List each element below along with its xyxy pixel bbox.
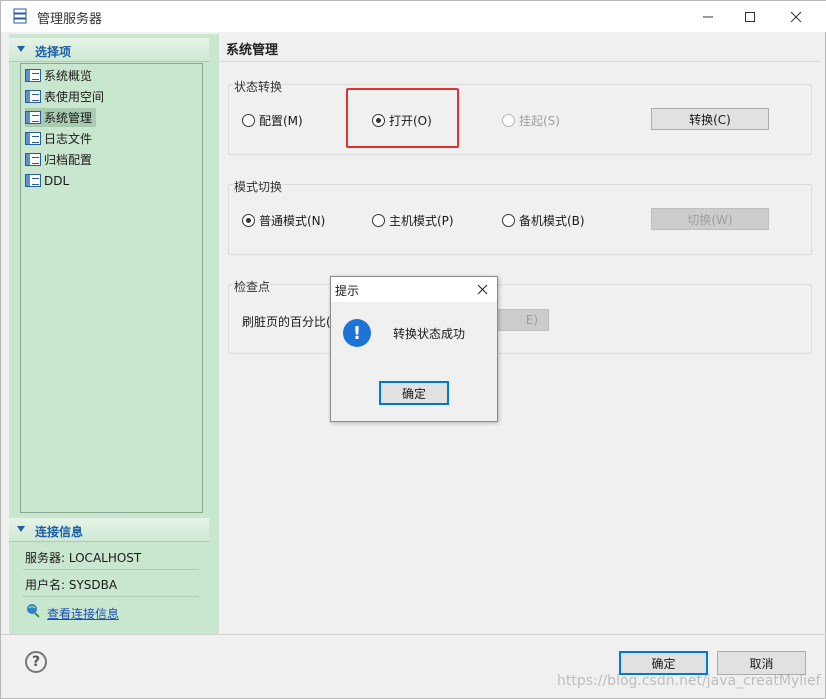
tree-item-ddl[interactable]: DDL (25, 171, 73, 190)
radio-dot (372, 214, 385, 227)
tree-item-table-space[interactable]: 表使用空间 (25, 87, 108, 106)
info-icon: ! (343, 319, 371, 347)
selection-section-header[interactable]: 选择项 (9, 38, 209, 62)
checkpoint-execute-button[interactable]: E) (490, 309, 549, 331)
cancel-button[interactable]: 取消 (717, 651, 806, 675)
dialog-ok-button[interactable]: 确定 (379, 381, 449, 405)
divider (1, 634, 826, 635)
ok-button[interactable]: 确定 (619, 651, 708, 675)
state-transition-label: 状态转换 (234, 78, 283, 95)
radio-label: 普通模式(N) (259, 214, 326, 228)
panel-title: 系统管理 (226, 43, 279, 58)
radio-dot (242, 114, 255, 127)
radio-config[interactable]: 配置(M) (242, 112, 303, 129)
divider (23, 569, 199, 570)
maximize-icon (745, 11, 755, 22)
radio-label: 备机模式(B) (519, 214, 585, 228)
maximize-button[interactable] (727, 1, 773, 32)
collapse-triangle-icon (17, 526, 25, 532)
checkpoint-label: 检查点 (234, 278, 271, 295)
radio-dot (502, 214, 515, 227)
watermark: https://blog.csdn.net/java_creatMylief (557, 673, 821, 689)
radio-dot (502, 114, 515, 127)
connection-section-header[interactable]: 连接信息 (9, 518, 209, 542)
collapse-triangle-icon (17, 46, 25, 52)
dialog-close-button[interactable] (473, 280, 491, 298)
selection-tree: 系统概览 表使用空间 系统管理 日志文件 归档配置 DDL (20, 63, 203, 513)
user-info: 用户名: SYSDBA (25, 578, 118, 592)
radio-normal-mode[interactable]: 普通模式(N) (242, 212, 325, 229)
dialog-title-bar: 提示 (331, 277, 497, 302)
radio-label: 主机模式(P) (389, 214, 454, 228)
mode-switch-label: 模式切换 (234, 178, 283, 195)
info-dialog: 提示 ! 转换状态成功 确定 (330, 276, 498, 422)
minimize-button[interactable] (685, 1, 731, 32)
radio-label: 挂起(S) (519, 114, 560, 128)
tree-item-label: 系统概览 (44, 69, 93, 83)
view-connection-info-link[interactable]: 查看连接信息 (47, 605, 119, 622)
minimize-icon (703, 16, 713, 17)
tree-item-system-management[interactable]: 系统管理 (25, 108, 97, 127)
page-icon (25, 90, 41, 103)
radio-suspend[interactable]: 挂起(S) (502, 112, 560, 129)
divider (23, 596, 199, 597)
page-icon (25, 153, 41, 166)
title-bar: 管理服务器 (1, 1, 826, 32)
close-icon (477, 284, 487, 294)
server-info: 服务器: LOCALHOST (25, 551, 142, 565)
tree-item-label: DDL (44, 173, 70, 188)
dialog-title: 提示 (335, 284, 360, 298)
divider (220, 61, 820, 62)
dirty-page-percent-label: 刷脏页的百分比( (242, 315, 331, 329)
highlight-annotation (346, 88, 459, 148)
tree-item-label: 归档配置 (44, 153, 93, 167)
radio-standby-mode[interactable]: 备机模式(B) (502, 212, 585, 229)
tree-item-label: 表使用空间 (44, 90, 105, 104)
switch-button[interactable]: 切换(W) (651, 208, 769, 230)
radio-dot (242, 214, 255, 227)
window-title: 管理服务器 (37, 12, 103, 27)
server-icon (13, 8, 27, 24)
system-management-panel: 系统管理 状态转换 配置(M) 打开(O) 挂起(S) 转换(C) 模式切换 普… (220, 34, 820, 634)
radio-label: 配置(M) (259, 114, 303, 128)
close-window-button[interactable] (773, 1, 819, 32)
connection-section-title: 连接信息 (35, 525, 84, 539)
selection-section-title: 选择项 (35, 45, 72, 59)
connection-info-icon (27, 604, 40, 618)
page-icon (25, 69, 41, 82)
dialog-message: 转换状态成功 (393, 327, 466, 341)
manage-server-window: 管理服务器 选择项 系统概览 表使用空间 系统管理 日志文件 归档配置 DDL … (0, 0, 826, 699)
close-icon (790, 11, 802, 22)
page-icon (25, 111, 41, 124)
tree-item-log-files[interactable]: 日志文件 (25, 129, 96, 148)
page-icon (25, 132, 41, 145)
tree-item-label: 日志文件 (44, 132, 93, 146)
help-icon[interactable]: ? (25, 651, 47, 673)
page-icon (25, 174, 41, 187)
radio-primary-mode[interactable]: 主机模式(P) (372, 212, 454, 229)
tree-item-archive-config[interactable]: 归档配置 (25, 150, 96, 169)
tree-item-overview[interactable]: 系统概览 (25, 66, 96, 85)
tree-item-label: 系统管理 (44, 111, 93, 125)
convert-button[interactable]: 转换(C) (651, 108, 769, 130)
